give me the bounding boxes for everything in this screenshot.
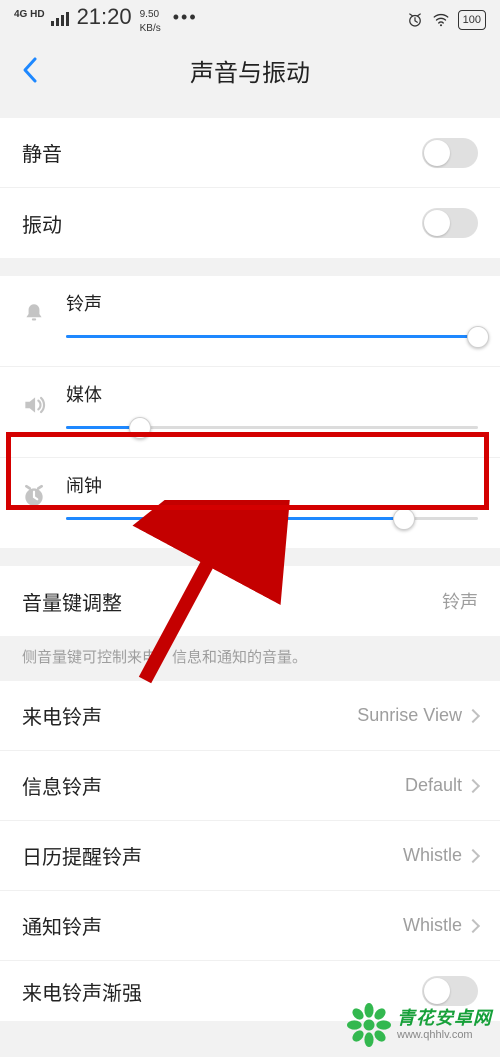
vibrate-label: 振动	[22, 209, 62, 238]
status-right: 100	[406, 10, 486, 30]
chevron-right-icon	[466, 848, 480, 862]
volume-key-value: 铃声	[442, 588, 478, 614]
battery-indicator: 100	[458, 10, 486, 30]
volume-key-desc: 侧音量键可控制来电、信息和通知的音量。	[0, 636, 500, 681]
alarm-slider-label: 闹钟	[66, 472, 478, 498]
wifi-icon	[432, 11, 450, 29]
fadein-label: 来电铃声渐强	[22, 977, 142, 1006]
network-indicator: 4G HD	[14, 10, 45, 20]
watermark: 青花安卓网 www.qhhlv.com	[347, 1003, 492, 1047]
chevron-right-icon	[466, 708, 480, 722]
mute-row[interactable]: 静音	[0, 118, 500, 188]
fadein-toggle[interactable]	[422, 976, 478, 1006]
title-bar: 声音与振动	[0, 40, 500, 100]
watermark-logo-icon	[347, 1003, 391, 1047]
media-slider-row: 媒体	[0, 367, 500, 458]
volume-key-row[interactable]: 音量键调整 铃声	[0, 566, 500, 636]
net-speed: 9.50 KB/s	[138, 6, 161, 34]
bell-icon	[18, 298, 50, 330]
incoming-ringtone-row[interactable]: 来电铃声 Sunrise View	[0, 681, 500, 751]
vibrate-row[interactable]: 振动	[0, 188, 500, 258]
alarm-icon	[406, 11, 424, 29]
media-slider-label: 媒体	[66, 381, 478, 407]
page-title: 声音与振动	[190, 53, 310, 88]
incoming-ringtone-label: 来电铃声	[22, 701, 102, 730]
vibrate-toggle[interactable]	[422, 208, 478, 238]
screen: 4G HD 21:20 9.50 KB/s ••• 100 声音与振动 静音	[0, 0, 500, 1057]
volume-sliders: 铃声 媒体 闹钟	[0, 276, 500, 548]
chevron-left-icon	[21, 56, 39, 84]
signal-bars-icon	[51, 12, 69, 26]
alarm-slider-row: 闹钟	[0, 458, 500, 548]
ringtone-group: 来电铃声 Sunrise View 信息铃声 Default 日历提醒铃声 Wh…	[0, 681, 500, 1021]
ringtone-slider-row: 铃声	[0, 276, 500, 367]
ringtone-slider-label: 铃声	[66, 290, 478, 316]
watermark-title: 青花安卓网	[397, 1009, 492, 1029]
alarm-slider[interactable]	[66, 510, 478, 528]
speed-value: 9.50	[140, 10, 161, 20]
status-left: 4G HD 21:20 9.50 KB/s •••	[14, 6, 198, 34]
message-ringtone-value: Default	[405, 775, 478, 796]
speaker-icon	[18, 389, 50, 421]
ringtone-slider[interactable]	[66, 328, 478, 346]
back-button[interactable]	[14, 54, 46, 86]
incoming-ringtone-value: Sunrise View	[357, 705, 478, 726]
message-ringtone-row[interactable]: 信息铃声 Default	[0, 751, 500, 821]
media-slider[interactable]	[66, 419, 478, 437]
more-dots-icon: •••	[173, 8, 198, 26]
notify-ringtone-row[interactable]: 通知铃声 Whistle	[0, 891, 500, 961]
clock-icon	[18, 480, 50, 512]
chevron-right-icon	[466, 918, 480, 932]
speed-unit: KB/s	[140, 24, 161, 34]
notify-ringtone-label: 通知铃声	[22, 911, 102, 940]
calendar-ringtone-value: Whistle	[403, 845, 478, 866]
mute-label: 静音	[22, 138, 62, 167]
volume-key-label: 音量键调整	[22, 587, 122, 616]
calendar-ringtone-row[interactable]: 日历提醒铃声 Whistle	[0, 821, 500, 891]
toggle-group: 静音 振动	[0, 118, 500, 258]
clock: 21:20	[77, 6, 132, 28]
calendar-ringtone-label: 日历提醒铃声	[22, 841, 142, 870]
watermark-url: www.qhhlv.com	[397, 1029, 492, 1041]
chevron-right-icon	[466, 778, 480, 792]
message-ringtone-label: 信息铃声	[22, 771, 102, 800]
mute-toggle[interactable]	[422, 138, 478, 168]
notify-ringtone-value: Whistle	[403, 915, 478, 936]
status-bar: 4G HD 21:20 9.50 KB/s ••• 100	[0, 0, 500, 40]
